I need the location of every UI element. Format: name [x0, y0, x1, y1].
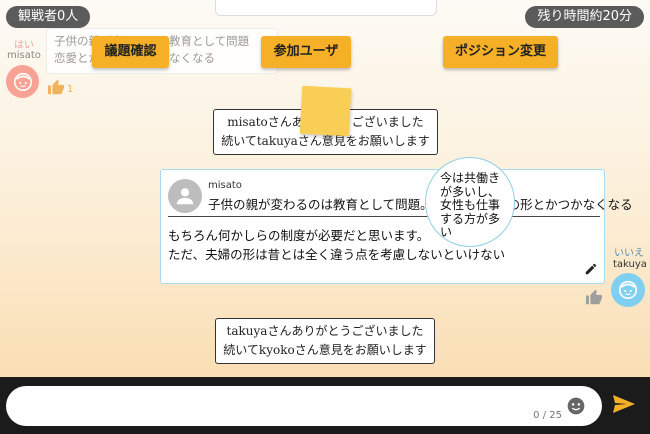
- quote-divider: [168, 216, 600, 217]
- message-input[interactable]: [22, 394, 502, 418]
- sticky-note[interactable]: [299, 85, 352, 137]
- quoted-text: 子供の親が変わるのは教育として問題。恋愛とか結婚の形とかつかなくなる: [208, 197, 633, 212]
- change-position-button[interactable]: ポジション変更: [443, 36, 558, 68]
- system-message-line: 続いてkyokoさん意見をお願いします: [223, 343, 427, 357]
- character-counter: 0 / 25: [533, 410, 562, 421]
- opinion-card: misato 子供の親が変わるのは教育として問題。恋愛とか結婚の形とかつかなくな…: [160, 169, 633, 284]
- thought-line: が多いし、: [440, 184, 501, 199]
- time-left-badge: 残り時間約20分: [525, 6, 644, 28]
- participants-button[interactable]: 参加ユーザ: [261, 36, 351, 68]
- avatar-face-icon: [13, 72, 32, 91]
- thought-line: する方が多: [440, 211, 501, 226]
- thumb-up-icon[interactable]: [47, 79, 65, 95]
- thought-line: 今は共働き: [440, 171, 501, 185]
- topic-check-button[interactable]: 議題確認: [92, 36, 169, 68]
- right-user-name: takuya: [613, 259, 647, 270]
- system-message-line: takuyaさんありがとうございました: [226, 324, 424, 338]
- right-vote-label: いいえ: [614, 248, 644, 259]
- quoted-user-name: misato: [208, 180, 242, 191]
- right-user-avatar[interactable]: [611, 273, 645, 307]
- thought-line: い: [440, 225, 453, 239]
- person-icon: [176, 188, 194, 205]
- quoted-user-avatar: [168, 179, 202, 213]
- thumb-up-icon[interactable]: [585, 289, 603, 305]
- left-vote-label: はい: [14, 40, 34, 51]
- message-composer: 0 / 25: [6, 386, 602, 426]
- opinion-line: ただ、夫婦の形は昔とは全く違う点を考慮しないといけない: [168, 247, 506, 262]
- send-icon[interactable]: [612, 394, 636, 414]
- thought-line: 女性も仕事: [440, 198, 501, 212]
- viewer-count-badge: 観戦者0人: [6, 6, 91, 28]
- left-like-count: 1: [67, 84, 74, 95]
- previous-post-card: [215, 0, 437, 16]
- pencil-icon[interactable]: [584, 262, 598, 276]
- thought-bubble: 今は共働き が多いし、 女性も仕事 する方が多 い: [425, 157, 515, 247]
- left-user-name: misato: [7, 50, 41, 61]
- left-user-avatar[interactable]: [6, 65, 39, 98]
- system-message: takuyaさんありがとうございました 続いてkyokoさん意見をお願いします: [215, 318, 435, 364]
- avatar-face-icon: [618, 280, 638, 300]
- smiley-icon[interactable]: [566, 396, 586, 416]
